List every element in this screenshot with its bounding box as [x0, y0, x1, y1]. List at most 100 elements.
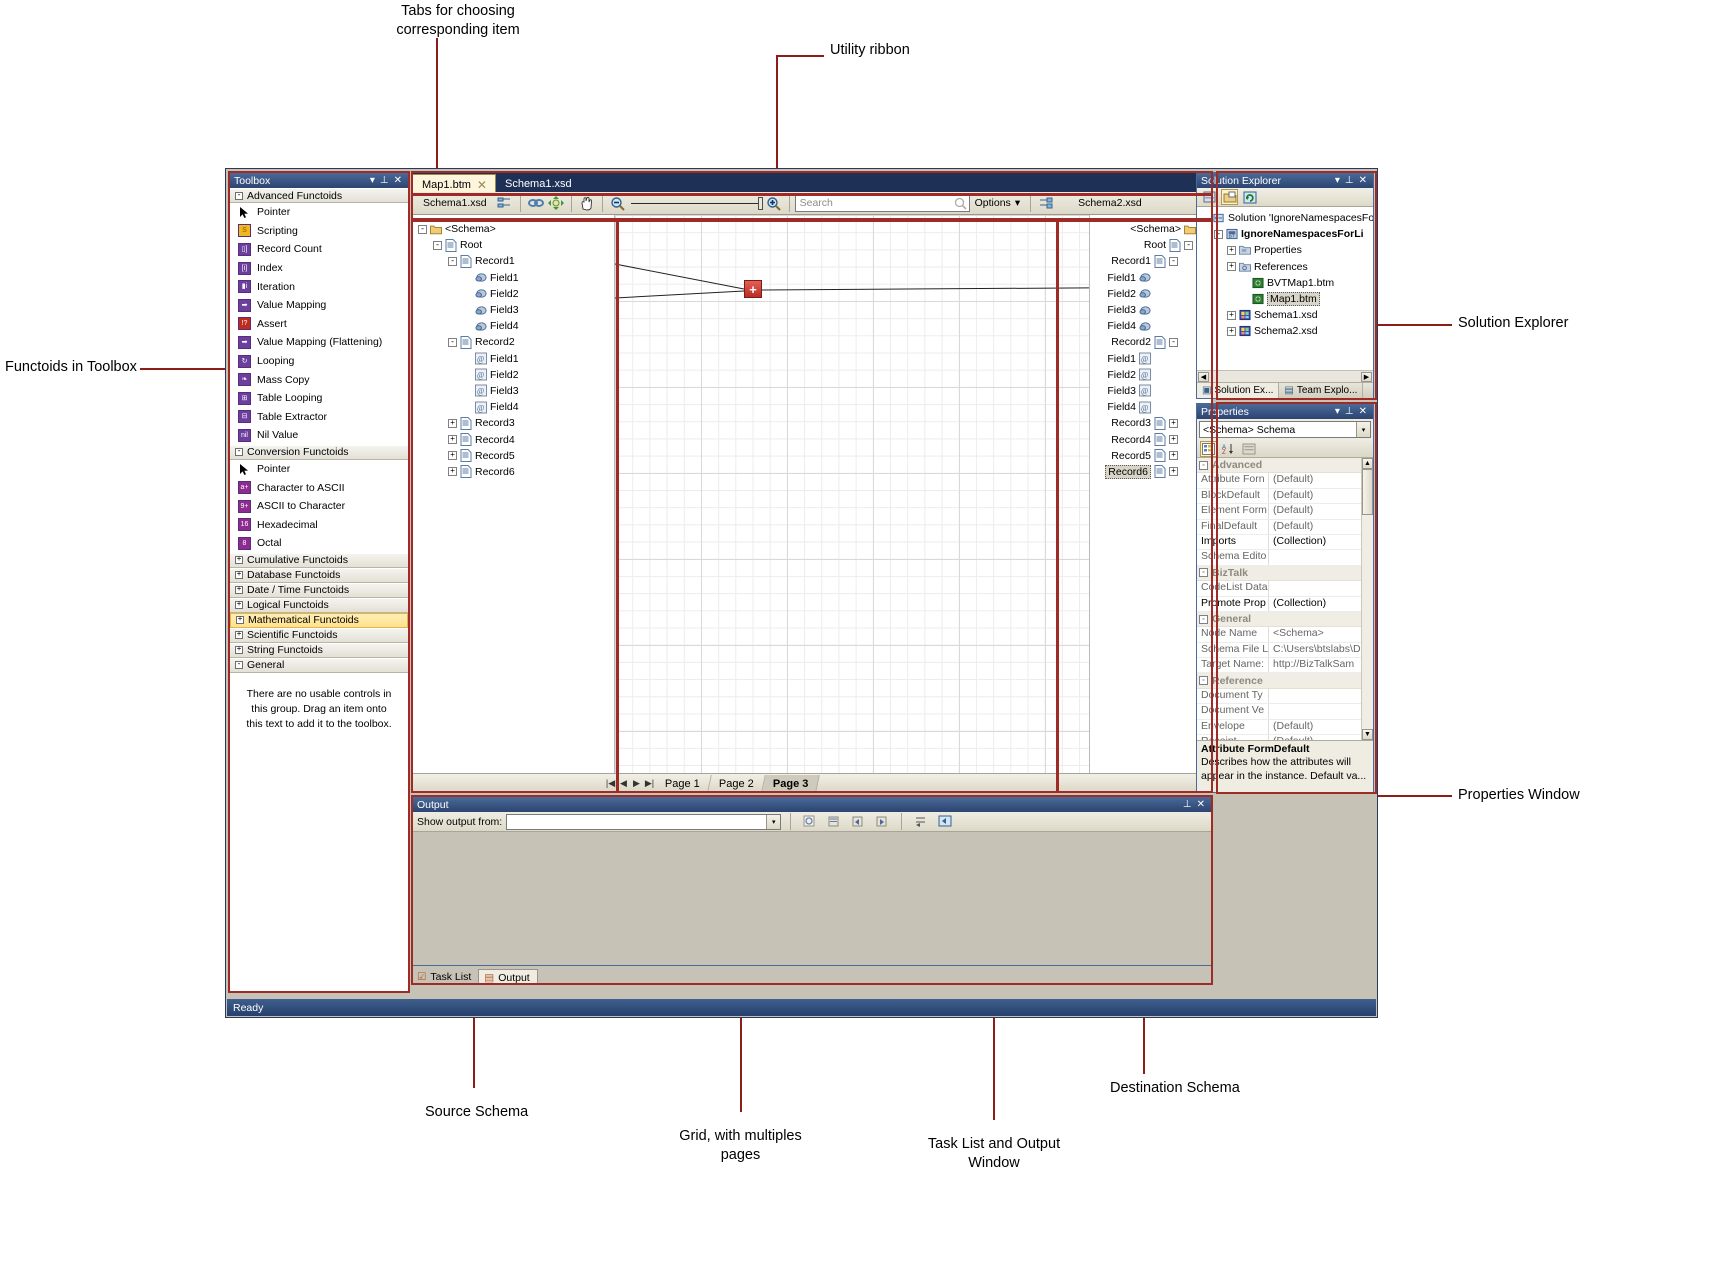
tree-node[interactable]: Field3 — [418, 302, 614, 318]
scrollbar-thumb[interactable] — [1362, 469, 1373, 515]
toolbox-group-mathematical-functoids[interactable]: +Mathematical Functoids — [230, 613, 408, 628]
clear-all-icon[interactable] — [824, 812, 844, 831]
solution-tree-node[interactable]: +Schema2.xsd — [1201, 323, 1373, 339]
toolbox-group-logical-functoids[interactable]: +Logical Functoids — [230, 598, 408, 613]
expander-icon[interactable]: - — [1184, 241, 1193, 250]
tree-node[interactable]: Record4+ — [1090, 431, 1208, 447]
chevron-down-icon[interactable]: ▾ — [370, 176, 375, 186]
tree-node[interactable]: Field1 — [418, 270, 614, 286]
addition-functoid[interactable]: + — [744, 280, 762, 298]
find-icon[interactable] — [800, 812, 820, 831]
property-row[interactable]: Attribute Forn(Default) — [1197, 473, 1373, 488]
property-value[interactable]: (Default) — [1269, 735, 1373, 740]
relationship-icon[interactable] — [495, 194, 515, 213]
zoom-out-icon[interactable] — [608, 194, 628, 213]
expander-icon[interactable]: + — [448, 419, 457, 428]
pan-hand-icon[interactable] — [577, 194, 597, 213]
toolbox-item-octal[interactable]: 8Octal — [230, 534, 408, 553]
property-row[interactable]: Node Name<Schema> — [1197, 627, 1373, 642]
expander-icon[interactable]: + — [235, 631, 243, 639]
next-page-icon[interactable]: ▶ — [630, 778, 643, 789]
close-icon[interactable]: ✕ — [477, 178, 487, 192]
toolbox-item-character-to-ascii[interactable]: a+Character to ASCII — [230, 478, 408, 497]
tree-node[interactable]: Field2 — [418, 286, 614, 302]
zoom-in-icon[interactable] — [764, 194, 784, 213]
toolbox-item-scripting[interactable]: SScripting — [230, 222, 408, 241]
scroll-down-icon[interactable]: ▼ — [1362, 729, 1373, 740]
toolbox-item-table-looping[interactable]: ⊞Table Looping — [230, 389, 408, 408]
property-value[interactable]: (Default) — [1269, 473, 1373, 487]
property-value[interactable]: (Default) — [1269, 504, 1373, 518]
tree-node[interactable]: -Record1 — [418, 253, 614, 269]
expander-icon[interactable]: - — [448, 257, 457, 266]
options-dropdown[interactable]: Options ▾ — [970, 197, 1025, 209]
solution-tree-node[interactable]: +Schema1.xsd — [1201, 307, 1373, 323]
tree-node[interactable]: Field4 — [418, 318, 614, 334]
expander-icon[interactable]: - — [448, 338, 457, 347]
prev-page-icon[interactable]: ◀ — [617, 778, 630, 789]
expander-icon[interactable]: - — [1214, 230, 1223, 239]
tree-node[interactable]: Record1- — [1090, 253, 1208, 269]
tab-schema1[interactable]: Schema1.xsd — [496, 174, 580, 192]
mapping-grid[interactable]: + — [614, 215, 1090, 792]
tree-node[interactable]: -<Schema> — [418, 221, 614, 237]
property-value[interactable] — [1269, 704, 1373, 718]
property-row[interactable]: Receipt(Default) — [1197, 735, 1373, 740]
close-icon[interactable]: ✕ — [1359, 176, 1367, 186]
tree-node[interactable]: Field1@ — [1090, 351, 1208, 367]
expander-icon[interactable]: + — [1227, 311, 1236, 320]
expander-icon[interactable]: - — [235, 661, 243, 669]
property-value[interactable] — [1269, 689, 1373, 703]
toggle-word-wrap-icon[interactable] — [911, 812, 931, 831]
close-icon[interactable]: ✕ — [1197, 800, 1205, 810]
expander-icon[interactable]: + — [1227, 262, 1236, 271]
tree-node[interactable]: Record5+ — [1090, 448, 1208, 464]
properties-object-selector[interactable]: <Schema> Schema ▾ — [1199, 421, 1371, 438]
tree-node[interactable]: -Record2 — [418, 334, 614, 350]
property-pages-icon[interactable] — [1240, 441, 1257, 457]
expander-icon[interactable]: - — [433, 241, 442, 250]
refresh-icon[interactable] — [1241, 189, 1258, 205]
toolbox-item-value-mapping-flattening-[interactable]: ➡Value Mapping (Flattening) — [230, 333, 408, 352]
toolbox-group-database-functoids[interactable]: +Database Functoids — [230, 568, 408, 583]
toolbox-item-pointer[interactable]: Pointer — [230, 460, 408, 479]
solution-explorer-tab-0[interactable]: ▣Solution Ex... — [1197, 383, 1279, 398]
solution-tree-node[interactable]: Solution 'IgnoreNamespacesForLi — [1201, 210, 1373, 226]
properties-category[interactable]: -BizTalk — [1197, 566, 1373, 581]
output-text-area[interactable] — [413, 832, 1211, 965]
properties-vertical-scrollbar[interactable]: ▲ ▼ — [1361, 458, 1373, 740]
expander-icon[interactable]: + — [448, 451, 457, 460]
property-value[interactable]: (Default) — [1269, 520, 1373, 534]
solution-tree-node[interactable]: +Properties — [1201, 242, 1373, 258]
expander-icon[interactable]: + — [236, 616, 244, 624]
solution-tree-node[interactable]: +References — [1201, 259, 1373, 275]
tree-node[interactable]: Record2- — [1090, 334, 1208, 350]
expander-icon[interactable]: + — [235, 646, 243, 654]
toolbox-group-general[interactable]: -General — [230, 658, 408, 673]
expander-icon[interactable]: - — [1199, 568, 1208, 577]
source-schema-tree[interactable]: -<Schema>-Root-Record1Field1Field2Field3… — [412, 215, 614, 792]
toolbox-group-date-time-functoids[interactable]: +Date / Time Functoids — [230, 583, 408, 598]
expander-icon[interactable]: - — [1169, 338, 1178, 347]
expander-icon[interactable]: + — [448, 467, 457, 476]
page-tab-2[interactable]: Page 2 — [708, 775, 765, 792]
go-to-next-icon[interactable] — [872, 812, 892, 831]
toolbox-group-string-functoids[interactable]: +String Functoids — [230, 643, 408, 658]
pin-icon[interactable]: ⊥ — [1345, 176, 1354, 186]
close-icon[interactable]: ✕ — [1359, 407, 1367, 417]
search-icon[interactable] — [954, 197, 967, 210]
property-row[interactable]: Target Name:http://BizTalkSam — [1197, 658, 1373, 673]
expander-icon[interactable]: - — [1199, 615, 1208, 624]
zoom-slider[interactable] — [628, 203, 764, 204]
property-value[interactable] — [1269, 550, 1373, 564]
property-value[interactable]: <Schema> — [1269, 627, 1373, 641]
property-value[interactable]: (Collection) — [1269, 597, 1373, 611]
solution-tree-node[interactable]: Map1.btm — [1201, 291, 1373, 307]
tree-node[interactable]: +Record5 — [418, 448, 614, 464]
tree-node[interactable]: Field2@ — [1090, 367, 1208, 383]
expander-icon[interactable]: - — [235, 448, 243, 456]
property-value[interactable]: (Default) — [1269, 489, 1373, 503]
property-row[interactable]: Promote Prop(Collection) — [1197, 597, 1373, 612]
destination-schema-icon[interactable] — [1036, 194, 1056, 213]
tree-node[interactable]: Field1 — [1090, 270, 1208, 286]
